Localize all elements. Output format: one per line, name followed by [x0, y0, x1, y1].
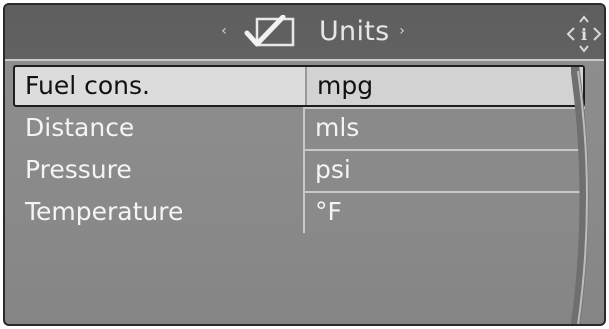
setting-row-fuel-consumption[interactable]: Fuel cons. mpg [13, 65, 585, 107]
setting-label: Fuel cons. [25, 71, 150, 100]
setting-label: Distance [25, 113, 135, 142]
info-icon[interactable]: i [566, 14, 602, 54]
checkmark-box-icon [244, 15, 295, 47]
setting-row-pressure[interactable]: Pressure psi [13, 149, 585, 191]
setting-label: Temperature [25, 197, 184, 226]
next-page-arrow-icon[interactable]: › [395, 22, 409, 40]
setting-value[interactable]: mpg [305, 67, 583, 105]
setting-label: Pressure [25, 155, 132, 184]
previous-page-arrow-icon[interactable]: ‹ [217, 22, 231, 40]
scroll-indicator[interactable] [571, 67, 599, 326]
units-settings-screen: ‹ Units › i Fuel cons. mpg Distance mls … [3, 3, 606, 326]
setting-row-temperature[interactable]: Temperature °F [13, 191, 585, 233]
setting-value[interactable]: psi [303, 149, 585, 191]
setting-value[interactable]: °F [303, 191, 585, 233]
menu-header: ‹ Units › i [5, 5, 604, 61]
svg-text:i: i [581, 25, 587, 44]
setting-value[interactable]: mls [303, 107, 585, 149]
setting-row-distance[interactable]: Distance mls [13, 107, 585, 149]
page-title: Units [319, 16, 390, 47]
settings-list: Fuel cons. mpg Distance mls Pressure psi… [13, 65, 585, 233]
